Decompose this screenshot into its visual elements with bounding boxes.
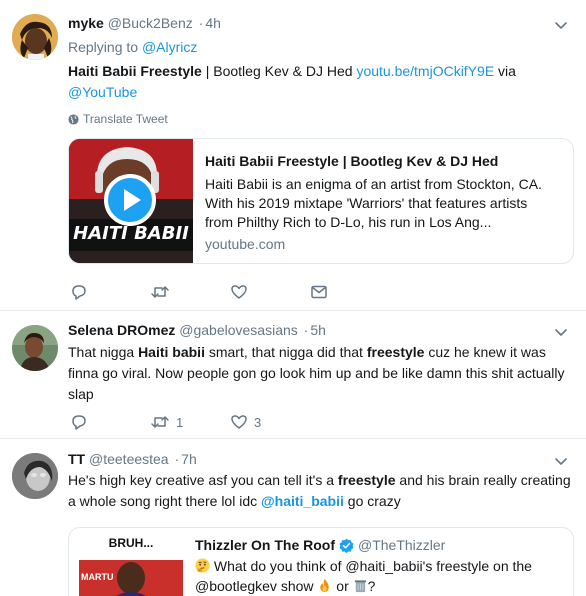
retweet-count: 1 [176,414,184,430]
youtube-mention[interactable]: @YouTube [68,84,137,100]
tweet-actions: 1 3 [70,412,310,432]
quote-text: What do you think of @haiti_babii's free… [195,556,565,596]
quote-header: Thizzler On The Roof @TheThizzler [195,536,445,554]
quote-thumbnail-caption: BRUH... [108,536,154,550]
retweet-button[interactable] [150,282,230,302]
reply-icon [72,285,86,300]
card-thumbnail[interactable]: HAITI BABII [69,139,193,263]
replying-mention[interactable]: @Alyricz [142,39,197,55]
like-count: 3 [254,414,262,430]
replying-label: Replying to [68,39,139,55]
text-segment: via [494,63,516,79]
text-segment: go crazy [343,493,401,509]
reply-button[interactable] [70,412,150,432]
replying-to: Replying to @Alyricz [68,37,197,57]
translate-tweet[interactable]: Translate Tweet [68,112,168,126]
quote-user-handle[interactable]: @TheThizzler [358,536,445,554]
like-icon [231,415,247,429]
avatar[interactable] [12,325,58,371]
tweet[interactable]: myke @Buck2Benz · 4h Replying to @Alyricz… [0,0,586,311]
text-bold: Haiti Babii Freestyle [68,63,202,79]
globe-icon [68,113,79,125]
play-icon[interactable] [104,174,156,226]
fire-emoji [320,578,330,593]
message-icon [311,285,327,299]
text-segment: That nigga [68,344,139,360]
quote-thumbnail[interactable]: BRUH... MARTU [79,534,183,596]
avatar[interactable] [12,453,58,499]
tweet-text: He's high key creative asf you can tell … [68,470,576,512]
display-name[interactable]: Selena DROmez [68,322,175,338]
separator-dot: · [198,15,204,31]
user-handle[interactable]: @teeteestea [89,451,169,467]
verified-icon [339,538,354,553]
retweet-icon [151,286,169,298]
retweet-icon [151,416,169,428]
card-domain: youtube.com [205,236,286,252]
timestamp[interactable]: 5h [310,322,326,338]
caret-down-icon[interactable] [554,18,568,32]
text-segment: smart, that nigga did that [204,344,367,360]
reply-icon [72,415,86,430]
tweet[interactable]: TT @teeteestea · 7h He's high key creativ… [0,439,586,596]
user-handle[interactable]: @gabelovesasians [179,322,298,338]
text-segment: | Bootleg Kev & DJ Hed [201,63,357,79]
tweet-header: Selena DROmez @gabelovesasians · 5h [68,320,326,340]
timestamp[interactable]: 7h [181,451,197,467]
tweet-header: TT @teeteestea · 7h [68,449,197,469]
tweet-header: myke @Buck2Benz · 4h [68,13,221,33]
display-name[interactable]: myke [68,15,104,31]
timestamp[interactable]: 4h [205,15,221,31]
translate-label: Translate Tweet [83,112,168,126]
tweet[interactable]: Selena DROmez @gabelovesasians · 5h That … [0,311,586,439]
quote-text-segment: ? [367,578,376,594]
text-bold: freestyle [337,472,396,488]
display-name[interactable]: TT [68,451,85,467]
like-icon [231,285,247,299]
tweet-text: Haiti Babii Freestyle | Bootleg Kev & DJ… [68,61,576,103]
link-card[interactable]: HAITI BABII Haiti Babii Freestyle | Boot… [68,138,574,264]
retweet-button[interactable]: 1 [150,412,230,432]
quoted-tweet[interactable]: BRUH... MARTU Thizzler On The Roof @TheT… [68,527,574,596]
avatar[interactable] [12,14,58,60]
caret-down-icon[interactable] [554,454,568,468]
text-bold: Haiti babii [138,344,205,360]
mention-link[interactable]: @haiti_babii [261,493,344,509]
like-button[interactable] [230,282,310,302]
user-handle[interactable]: @Buck2Benz [108,15,193,31]
caret-down-icon[interactable] [554,325,568,339]
quote-thumbnail-subcaption: MARTU [81,572,114,582]
reply-button[interactable] [70,282,150,302]
text-segment: He's high key creative asf you can tell … [68,472,338,488]
separator-dot: · [174,451,180,467]
trash-emoji [354,580,366,593]
message-button[interactable] [310,282,390,302]
card-title[interactable]: Haiti Babii Freestyle | Bootleg Kev & DJ… [205,151,498,171]
thumbnail-caption: HAITI BABII [73,223,189,244]
tweet-text: That nigga Haiti babii smart, that nigga… [68,342,576,405]
quote-text-segment: or [332,578,353,594]
tweet-actions [70,282,390,302]
text-bold: freestyle [366,344,425,360]
card-description: Haiti Babii is an enigma of an artist fr… [205,176,542,230]
quote-display-name[interactable]: Thizzler On The Roof [195,536,335,554]
video-link[interactable]: youtu.be/tmjOCkifY9E [356,63,494,79]
like-button[interactable]: 3 [230,412,310,432]
thinking-emoji [195,558,210,573]
